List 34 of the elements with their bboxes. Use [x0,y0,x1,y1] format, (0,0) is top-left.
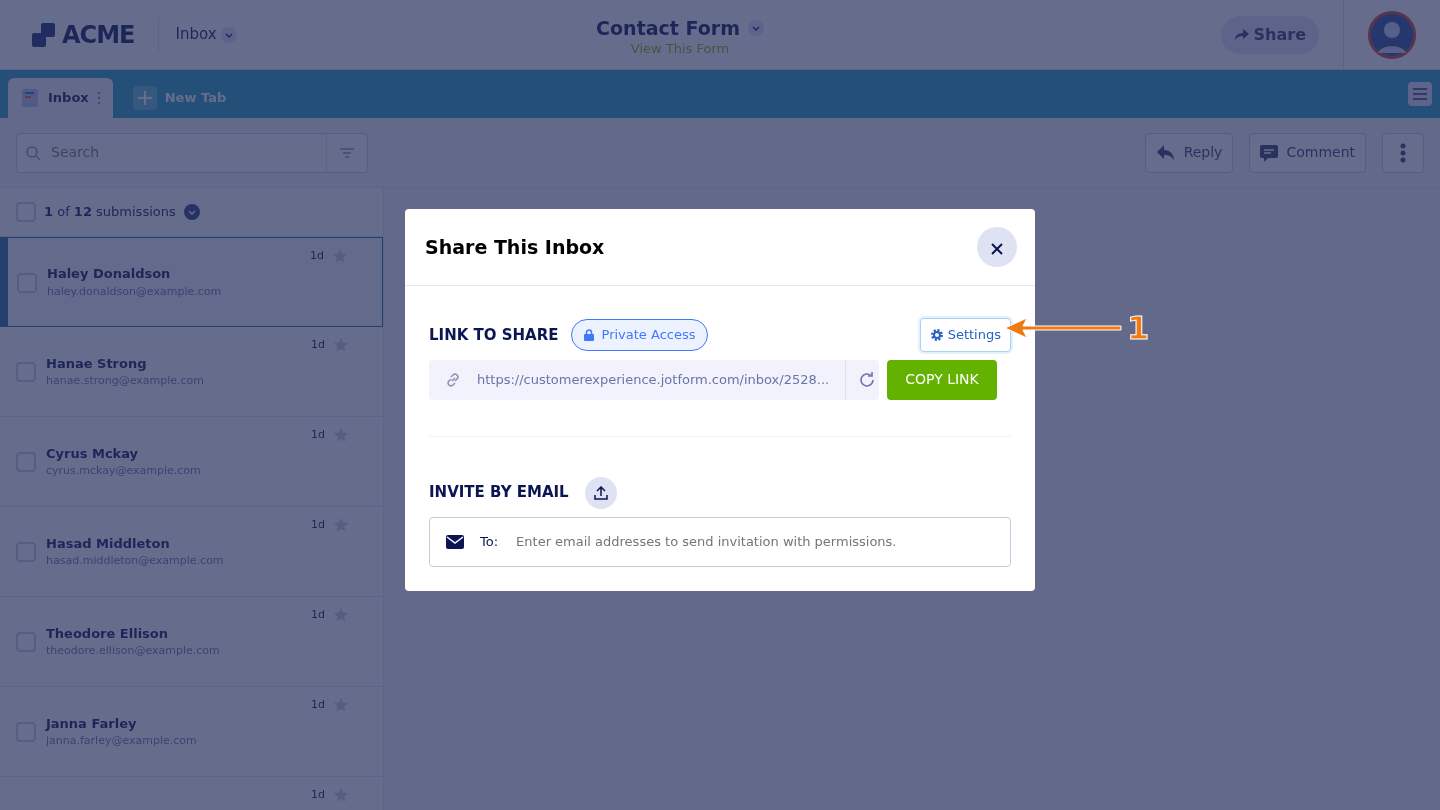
sender-name: Theodore Ellison [46,624,170,643]
sender-name: Haley Donaldson [47,265,172,283]
link-icon [445,371,461,388]
logo-text: ACME [62,19,135,51]
submission-time: 1d [310,248,324,264]
submission-time: 1d [311,517,325,533]
lock-icon [583,328,594,341]
view-form-link[interactable]: View This Form [630,42,730,56]
submission-time: 1d [311,337,325,353]
submission-time: 1d [311,787,325,803]
refresh-icon [858,371,877,389]
close-icon [991,242,1003,255]
submission-count: 1 of 12 submissions [44,203,176,222]
annotation-number: 1 [1127,312,1150,344]
submission-time: 1d [311,697,325,713]
envelope-icon [446,534,464,549]
upload-button[interactable] [584,476,617,509]
section-heading: INVITE BY EMAIL [429,482,569,504]
close-button[interactable] [977,227,1017,267]
sender-name: Hasad Middleton [46,534,171,553]
email-field[interactable]: To: Enter email addresses to send invitation with permissions. [429,516,1011,567]
submission-time: 1d [311,607,325,623]
gear-icon [929,327,944,342]
upload-icon [593,485,608,500]
access-button[interactable]: Private Access [570,319,709,351]
submission-time: 1d [311,427,325,443]
modal-title: Share This Inbox [425,234,605,260]
copy-link-button[interactable]: COPY LINK [887,359,997,400]
form-title: Contact Form [596,15,740,41]
sender-name: Hanae Strong [46,354,148,373]
sender-name: Janna Farley [46,714,138,733]
sender-name: Cyrus Mckay [46,444,140,463]
settings-button[interactable]: Settings [919,318,1011,352]
section-heading: LINK TO SHARE [429,324,559,346]
